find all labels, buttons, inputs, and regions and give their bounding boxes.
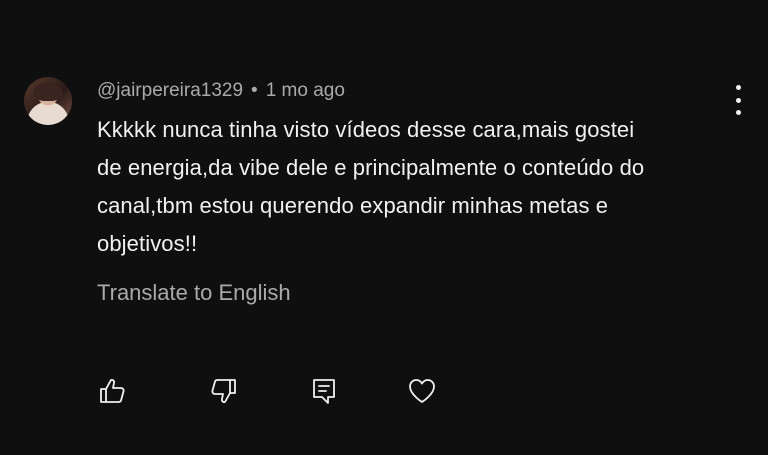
thumbs-up-icon	[100, 379, 125, 403]
reply-button[interactable]	[306, 372, 342, 410]
dislike-button[interactable]	[206, 372, 242, 410]
author-handle[interactable]: @jairpereira1329	[97, 80, 243, 102]
meta-separator: •	[251, 80, 258, 101]
comment-header: @jairpereira1329 • 1 mo ago	[97, 78, 345, 104]
comment-action-bar	[0, 372, 768, 412]
comment-thread-item: @jairpereira1329 • 1 mo ago Kkkkk nunca …	[0, 0, 768, 455]
heart-button[interactable]	[404, 372, 440, 410]
comment-timestamp[interactable]: 1 mo ago	[266, 80, 345, 102]
comment-text: Kkkkk nunca tinha visto vídeos desse car…	[97, 117, 645, 256]
thumbs-down-icon	[211, 379, 236, 403]
translate-button[interactable]: Translate to English	[97, 280, 291, 306]
heart-icon	[409, 379, 435, 403]
like-button[interactable]	[94, 372, 130, 410]
avatar[interactable]	[24, 77, 72, 125]
reply-icon	[313, 379, 335, 404]
